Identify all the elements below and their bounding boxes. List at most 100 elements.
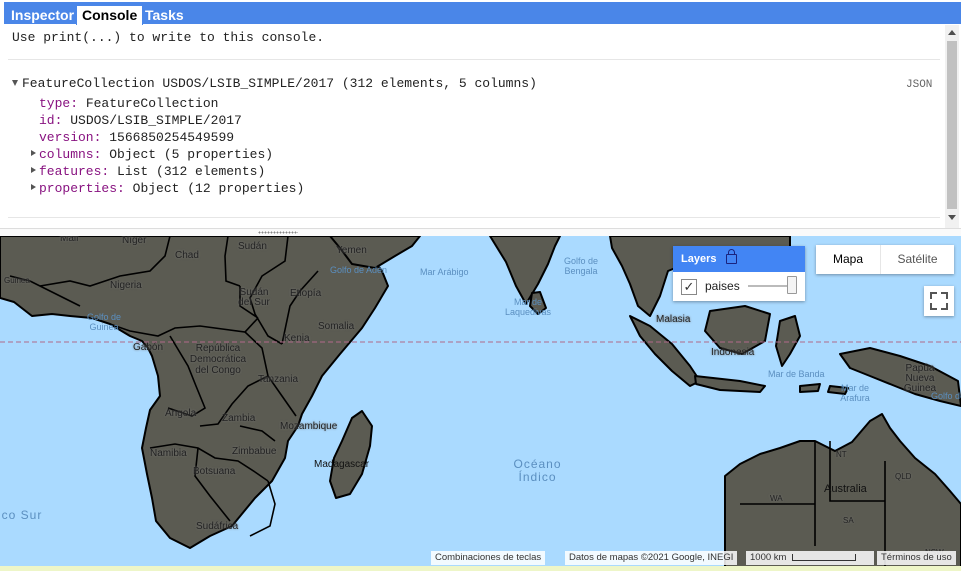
- sea-label: Golfo de Guinea: [86, 312, 122, 332]
- scrollbar-thumb[interactable]: [947, 41, 957, 209]
- map-type-satellite-button[interactable]: Satélite: [881, 245, 954, 274]
- bottom-strip: [0, 566, 961, 571]
- fullscreen-button[interactable]: [924, 286, 954, 316]
- map-label: Malasia: [656, 314, 691, 325]
- prop-value: 1566850254549599: [109, 130, 235, 145]
- console-panel: Use print(...) to write to this console.…: [4, 25, 943, 225]
- sea-label: Golfo de Ta: [931, 391, 961, 401]
- expand-triangle-icon[interactable]: [31, 167, 36, 173]
- map-label: Níger: [122, 236, 147, 246]
- map-label: Sudáfrica: [196, 521, 239, 532]
- map-label: Mali: [60, 236, 79, 244]
- map-label: Sudán: [238, 241, 267, 252]
- region-label: SA: [843, 516, 854, 525]
- map-land-layer: [0, 236, 961, 571]
- map-label: Zimbabue: [232, 446, 277, 457]
- divider: [8, 217, 940, 218]
- map-label: Etiopía: [290, 288, 322, 299]
- map-data-attribution: Datos de mapas ©2021 Google, INEGI: [565, 551, 738, 565]
- sea-label: Golfo de Adén: [330, 265, 388, 275]
- region-label: WA: [770, 494, 783, 503]
- prop-key: columns:: [39, 147, 102, 162]
- map-type-control: Mapa Satélite: [816, 245, 954, 274]
- tab-console[interactable]: Console: [76, 5, 144, 26]
- map-label: Nigeria: [110, 280, 142, 291]
- map-label: Indonesia: [711, 347, 755, 358]
- layers-header[interactable]: Layers: [673, 246, 805, 272]
- scroll-down-icon[interactable]: [948, 215, 956, 220]
- tab-bar: Inspector Console Tasks: [0, 0, 961, 26]
- map-label: Kenia: [284, 333, 310, 344]
- expand-triangle-icon[interactable]: [31, 150, 36, 156]
- expandable-columns[interactable]: columns: Object (5 properties): [39, 147, 273, 162]
- console-hint: Use print(...) to write to this console.: [12, 30, 325, 45]
- map-type-map-button[interactable]: Mapa: [816, 245, 880, 274]
- scale-bar[interactable]: 1000 km: [746, 551, 874, 565]
- lock-icon[interactable]: [726, 249, 737, 264]
- keyboard-shortcuts-link[interactable]: Combinaciones de teclas: [431, 551, 546, 565]
- scroll-up-icon[interactable]: [948, 30, 956, 35]
- console-scrollbar[interactable]: [945, 25, 959, 228]
- prop-key: type:: [39, 96, 79, 111]
- map-label: Yemen: [336, 245, 367, 256]
- map-label: Papúa Nueva Guinea: [903, 363, 937, 394]
- prop-key: properties:: [39, 181, 125, 196]
- scale-label: 1000 km: [750, 552, 787, 563]
- map-label: Botsuana: [193, 466, 236, 477]
- map-label: Australia: [824, 483, 867, 495]
- map-label: Somalia: [318, 321, 355, 332]
- map-label: Gabón: [133, 342, 164, 353]
- prop-key: version:: [39, 130, 102, 145]
- sea-label: Mar de Arafura: [840, 383, 870, 403]
- divider: [8, 59, 940, 60]
- map-label: Zambia: [222, 413, 256, 424]
- map-label: Tanzania: [258, 374, 299, 385]
- expandable-features[interactable]: features: List (312 elements): [39, 164, 265, 179]
- expandable-properties[interactable]: properties: Object (12 properties): [39, 181, 304, 196]
- map-canvas[interactable]: Mali Níger Sudán Yemen Chad Nigeria Sudá…: [0, 236, 961, 571]
- map-label: República Democrática del Congo: [189, 343, 247, 376]
- map-label: Sudán del Sur: [238, 287, 270, 308]
- prop-value: FeatureCollection: [85, 96, 219, 111]
- layer-name: paises: [705, 279, 740, 293]
- prop-id: id: USDOS/LSIB_SIMPLE/2017: [39, 113, 242, 128]
- tab-tasks[interactable]: Tasks: [140, 6, 189, 25]
- tab-strip: Inspector Console Tasks: [4, 2, 961, 26]
- drag-handle-icon[interactable]: [258, 231, 298, 234]
- json-link[interactable]: JSON: [906, 79, 932, 91]
- prop-version: version: 1566850254549599: [39, 130, 234, 145]
- region-label: NT: [836, 450, 847, 459]
- expand-triangle-icon[interactable]: [31, 184, 36, 190]
- layers-panel: Layers ✓ paises: [673, 246, 805, 301]
- opacity-slider-handle[interactable]: [787, 276, 797, 294]
- sea-label: Mar Arábigo: [420, 267, 469, 277]
- terms-link[interactable]: Términos de uso: [877, 551, 956, 565]
- ocean-label: Océano Índico: [513, 457, 562, 484]
- scale-line: [792, 554, 856, 561]
- sea-label: Mar de Laquedivas: [504, 297, 552, 317]
- sea-label: Mar de Banda: [768, 369, 825, 379]
- region-label: QLD: [895, 472, 912, 481]
- layer-visibility-checkbox[interactable]: ✓: [681, 279, 697, 295]
- sea-label: Golfo de Bengala: [563, 256, 599, 276]
- prop-key: id:: [39, 113, 63, 128]
- prop-value: Object (12 properties): [132, 181, 305, 196]
- layers-title: Layers: [681, 253, 717, 265]
- layer-row: ✓ paises: [673, 272, 805, 301]
- map-label: Guinea: [4, 276, 30, 285]
- prop-value: USDOS/LSIB_SIMPLE/2017: [70, 113, 242, 128]
- fullscreen-icon: [941, 292, 948, 299]
- prop-key: features:: [39, 164, 110, 179]
- fullscreen-icon: [930, 303, 937, 310]
- feature-collection-summary[interactable]: FeatureCollection USDOS/LSIB_SIMPLE/2017…: [22, 76, 537, 91]
- collapse-triangle-icon[interactable]: [12, 80, 18, 86]
- prop-value: Object (5 properties): [109, 147, 274, 162]
- ocean-label: ico Sur: [0, 508, 43, 522]
- map-label: Chad: [175, 250, 199, 261]
- map-label: Namibia: [150, 448, 187, 459]
- prop-value: List (312 elements): [117, 164, 266, 179]
- tab-inspector[interactable]: Inspector: [6, 6, 79, 25]
- map-label: Mozambique: [280, 421, 338, 432]
- prop-type: type: FeatureCollection: [39, 96, 218, 111]
- map-label: Madagascar: [314, 459, 370, 470]
